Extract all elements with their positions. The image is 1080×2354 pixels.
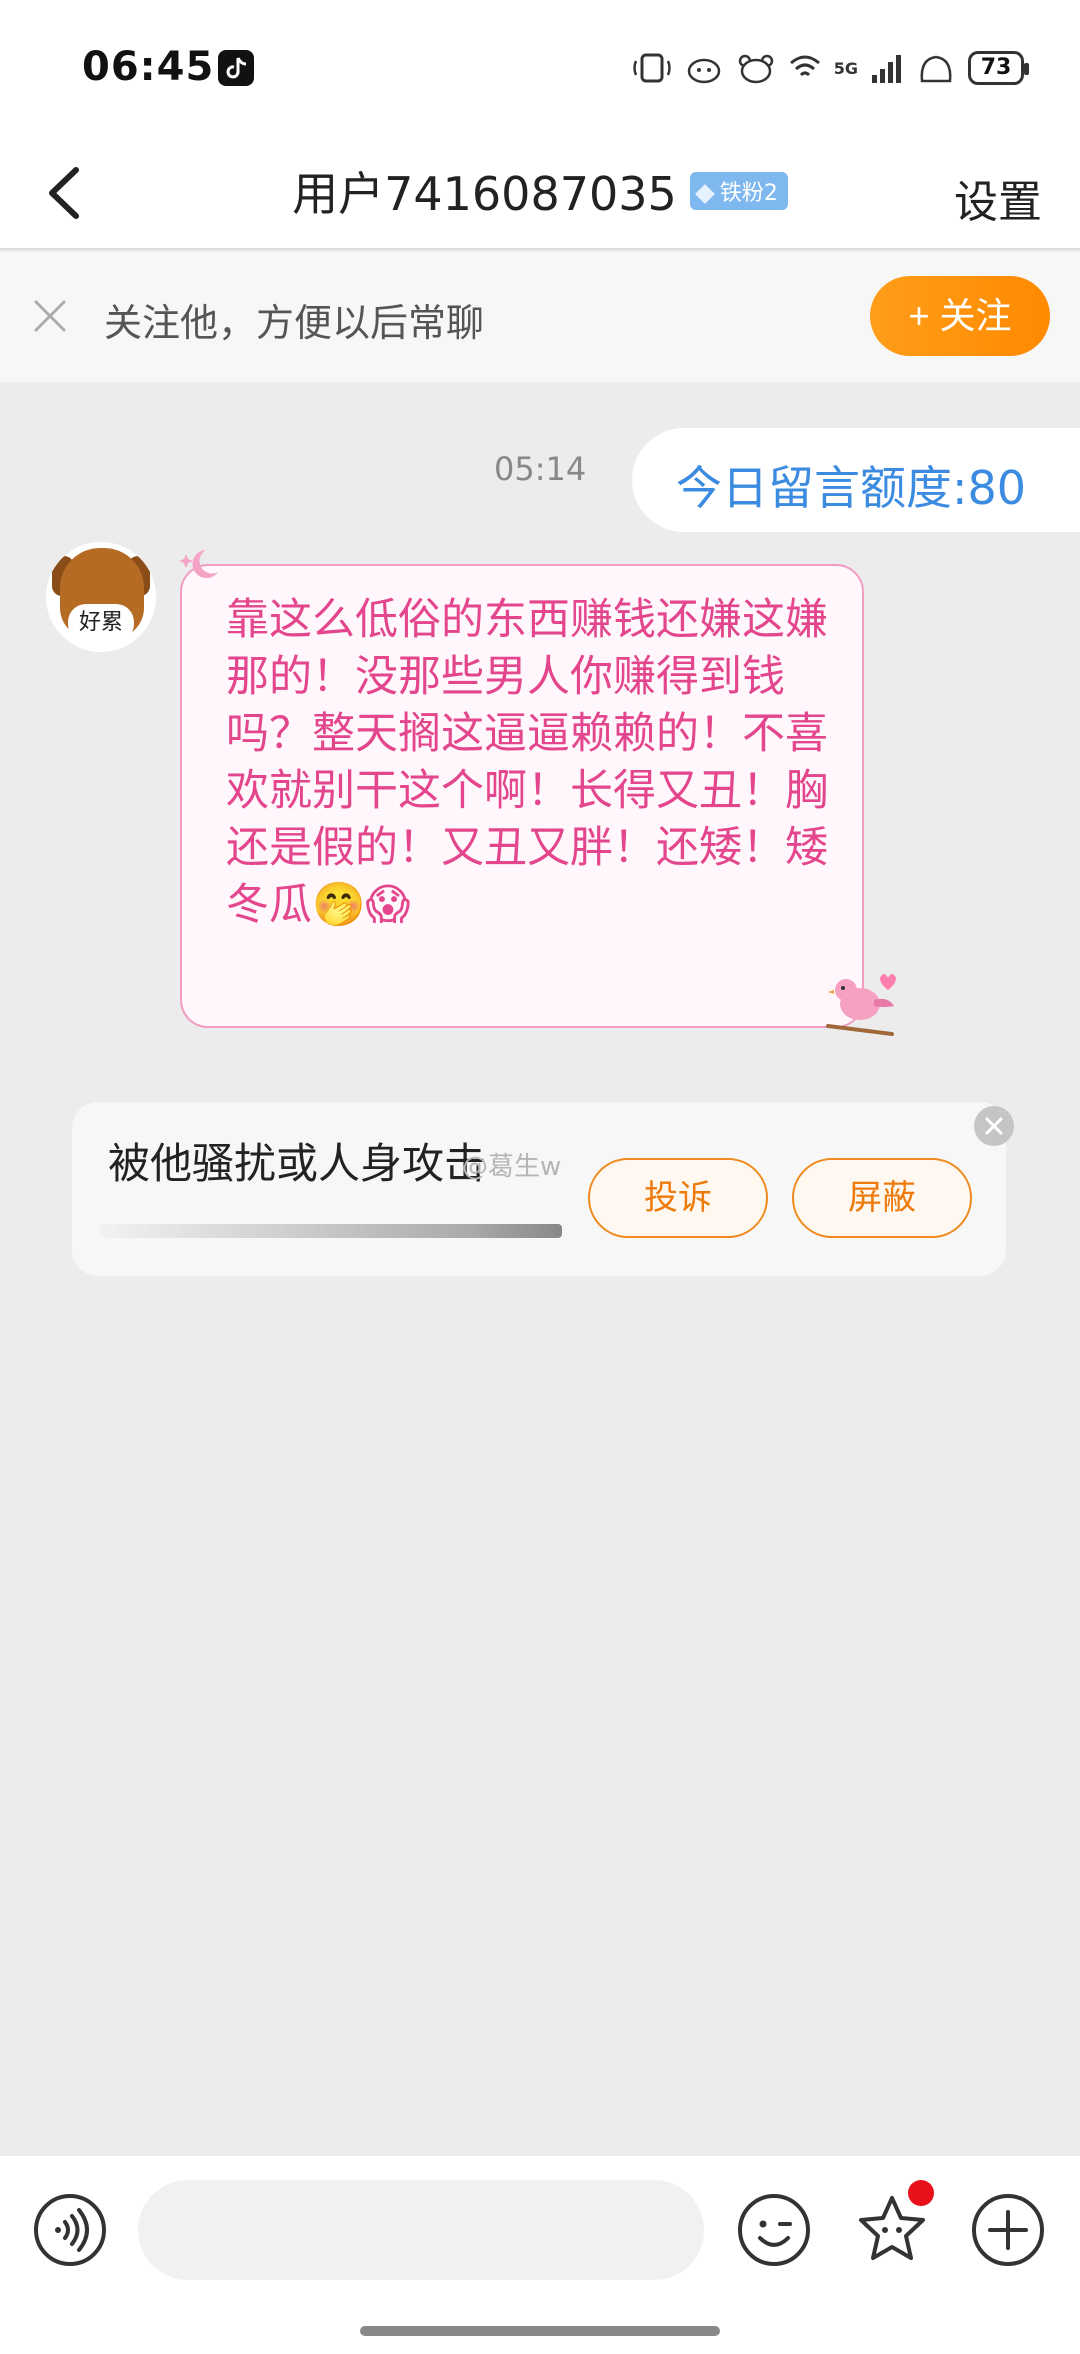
voice-icon[interactable]: [32, 2192, 108, 2268]
avatar-label: 好累: [68, 604, 134, 642]
message-input[interactable]: [138, 2180, 704, 2280]
quota-message-text: 今日留言额度:80: [676, 461, 1027, 515]
status-bar: 06:45 5G 73: [0, 0, 1080, 140]
cartoon-cat-icon: [920, 55, 952, 83]
report-card: 被他骚扰或人身攻击 @葛生w 投诉 屏蔽: [72, 1102, 1014, 1276]
close-card-icon[interactable]: [974, 1106, 1014, 1146]
report-prompt-text: 被他骚扰或人身攻击: [108, 1139, 487, 1188]
fan-level-label: 铁粉2: [719, 181, 778, 206]
status-icons: 5G 73: [632, 46, 1029, 90]
incoming-message-text: 靠这么低俗的东西赚钱还嫌这嫌那的！没那些男人你赚得到钱吗？整天搁这逼逼赖赖的！不…: [226, 595, 828, 930]
input-bar: [0, 2156, 1080, 2354]
quota-message-bubble[interactable]: 今日留言额度:80: [632, 428, 1080, 532]
chat-title: 用户7416087035: [292, 167, 677, 221]
block-button[interactable]: 屏蔽: [792, 1158, 972, 1238]
diamond-icon: [694, 184, 715, 204]
chat-header: 用户7416087035 铁粉2 设置: [0, 140, 1080, 250]
close-icon[interactable]: [30, 296, 70, 336]
report-underline: [100, 1224, 562, 1238]
incoming-message-bubble[interactable]: 靠这么低俗的东西赚钱还嫌这嫌那的！没那些男人你赚得到钱吗？整天搁这逼逼赖赖的！不…: [179, 550, 896, 1036]
complain-button[interactable]: 投诉: [588, 1158, 768, 1238]
network-label: 5G: [833, 58, 858, 78]
follow-prompt: 关注他，方便以后常聊 + 关注: [0, 252, 1080, 382]
follow-button[interactable]: + 关注: [870, 276, 1050, 356]
chat-area[interactable]: 05:14 今日留言额度:80 好累 靠这么低俗的东西赚钱还嫌这嫌那的！没那些男…: [0, 384, 1080, 2156]
status-time: 06:45: [82, 44, 215, 90]
wifi-icon: [789, 55, 820, 77]
emoji-icon[interactable]: [736, 2192, 812, 2268]
tiktok-icon: [218, 50, 254, 86]
cartoon-bear-icon: [738, 54, 773, 84]
signal-icon: [872, 55, 901, 83]
avatar[interactable]: 好累: [46, 542, 156, 652]
plus-icon[interactable]: [970, 2192, 1046, 2268]
fan-level-badge: 铁粉2: [689, 172, 788, 210]
message-timestamp: 05:14: [494, 450, 587, 488]
watermark: @葛生w: [462, 1152, 562, 1182]
notification-dot: [908, 2180, 934, 2206]
battery-indicator: 73: [968, 51, 1029, 85]
nfc-icon: [632, 53, 671, 83]
moon-sparkle-icon: [179, 550, 218, 578]
settings-button[interactable]: 设置: [954, 166, 1042, 230]
home-indicator[interactable]: [360, 2326, 720, 2336]
follow-prompt-text: 关注他，方便以后常聊: [104, 301, 485, 345]
pink-bird-icon: [826, 974, 896, 1036]
cartoon-dog-icon: [687, 58, 720, 84]
